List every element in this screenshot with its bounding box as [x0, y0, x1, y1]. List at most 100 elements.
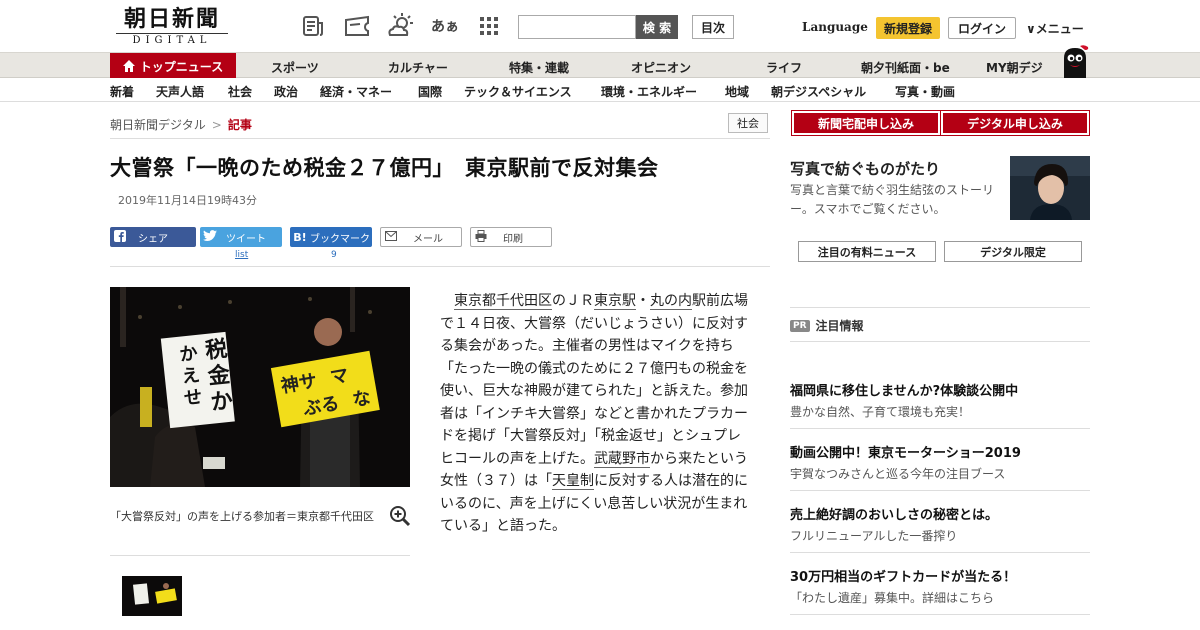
nav2-item-tech[interactable]: テック＆サイエンス: [464, 83, 572, 100]
logo-main-text: 朝日新聞: [123, 6, 220, 32]
menu-button[interactable]: ∨メニュー: [1026, 20, 1084, 37]
body-keyword-link[interactable]: 丸の内: [650, 293, 692, 310]
divider: [790, 341, 1090, 342]
mail-share-button[interactable]: メール: [380, 227, 462, 247]
pr-item-desc: 「わたし遺産」募集中。詳細はこちら: [790, 591, 995, 605]
secondary-nav: 新着 天声人語 社会 政治 経済・マネー 国際 テック＆サイエンス 環境・エネル…: [0, 78, 1200, 102]
grid-menu-icon[interactable]: [476, 13, 502, 39]
site-header: 朝日新聞 DIGITAL あぁ 検 索 目次 Language 新規登録 ログイ…: [0, 0, 1200, 52]
print-icon: [471, 229, 491, 245]
breadcrumb-separator: >: [211, 118, 222, 132]
pr-item-title[interactable]: 動画公開中！東京モーターショー2019: [790, 442, 1021, 461]
tab-paid-news[interactable]: 注目の有料ニュース: [798, 241, 936, 262]
nav2-item-special[interactable]: 朝デジスペシャル: [771, 83, 866, 100]
nav-item-culture[interactable]: カルチャー: [388, 59, 448, 76]
body-keyword-link[interactable]: 武蔵野市: [594, 450, 650, 468]
body-keyword-link[interactable]: 天皇制: [552, 473, 594, 490]
photo-thumbnail[interactable]: [122, 576, 182, 616]
divider: [110, 266, 770, 267]
genre-tag[interactable]: 社会: [728, 113, 768, 133]
nav2-item-photo-video[interactable]: 写真・動画: [895, 83, 955, 100]
nav2-item-tensei[interactable]: 天声人語: [156, 83, 204, 100]
breadcrumb: 朝日新聞デジタル > 記事: [110, 116, 252, 133]
logo-sub-text: DIGITAL: [116, 33, 228, 47]
print-label: 印刷: [503, 233, 523, 245]
register-button[interactable]: 新規登録: [876, 17, 940, 39]
divider: [790, 307, 1090, 308]
pr-item-desc: 宇賀なつみさんと巡る今年の注目ブース: [790, 467, 1006, 481]
language-link[interactable]: Language: [802, 20, 868, 34]
twitter-share-button[interactable]: ツイート: [200, 227, 282, 247]
weather-icon[interactable]: [386, 13, 416, 39]
pr-item-title[interactable]: 売上絶好調のおいしさの秘密とは。: [790, 504, 998, 523]
nav-item-opinion[interactable]: オピニオン: [631, 59, 691, 76]
twitter-share-label: ツイート: [226, 233, 266, 245]
body-text-segment: のＪＲ: [552, 293, 594, 309]
twitter-count-link[interactable]: list: [235, 250, 248, 260]
article-date: 2019年11月14日19時43分: [118, 194, 257, 207]
zoom-icon[interactable]: [389, 505, 411, 527]
nav-top-news-label: トップニュース: [139, 59, 224, 74]
pr-item-title[interactable]: 福岡県に移住しませんか?体験談公開中: [790, 380, 1018, 399]
nav2-item-economy[interactable]: 経済・マネー: [320, 83, 392, 100]
index-button[interactable]: 目次: [692, 15, 734, 39]
divider: [790, 552, 1090, 553]
subscribe-paper-button[interactable]: 新聞宅配申し込み: [791, 110, 941, 136]
search-button[interactable]: 検 索: [636, 15, 678, 39]
promo-description: 写真と言葉で紡ぐ羽生結弦のストーリー。スマホでご覧ください。: [790, 183, 995, 216]
subscribe-digital-button[interactable]: デジタル申し込み: [940, 110, 1090, 136]
body-text-segment: ・: [636, 293, 650, 309]
divider: [790, 428, 1090, 429]
mail-share-label: メール: [413, 233, 443, 245]
breadcrumb-current: 記事: [227, 118, 252, 132]
breadcrumb-home[interactable]: 朝日新聞デジタル: [110, 118, 206, 132]
pr-item-desc: 豊かな自然、子育て環境も充実！: [790, 405, 971, 419]
nav2-item-politics[interactable]: 政治: [274, 83, 298, 100]
font-size-icon[interactable]: あぁ: [430, 13, 460, 39]
twitter-icon: [200, 229, 220, 245]
body-keyword-link[interactable]: 東京駅: [594, 293, 636, 310]
nav2-item-environment[interactable]: 環境・エネルギー: [601, 83, 697, 100]
nav2-item-society[interactable]: 社会: [228, 83, 252, 100]
ticket-icon[interactable]: [342, 13, 372, 39]
nav2-item-latest[interactable]: 新着: [110, 83, 134, 100]
pr-heading: PR 注目情報: [790, 317, 864, 334]
hatena-icon: B!: [293, 230, 307, 244]
article-body: 東京都千代田区のＪＲ東京駅・丸の内駅前広場で１４日夜、大嘗祭（だいじょうさい）に…: [440, 290, 750, 538]
facebook-share-button[interactable]: シェア: [110, 227, 196, 247]
nav2-item-international[interactable]: 国際: [418, 83, 442, 100]
nav-item-features[interactable]: 特集・連載: [509, 59, 569, 76]
newspaper-icon[interactable]: [300, 13, 326, 39]
mascot-icon: [1058, 44, 1092, 78]
pr-item-title[interactable]: 30万円相当のギフトカードが当たる！: [790, 566, 1016, 585]
pr-heading-label: 注目情報: [815, 319, 864, 333]
divider: [110, 138, 770, 139]
hatena-count[interactable]: 9: [331, 250, 337, 260]
promo-title[interactable]: 写真で紡ぐものがたり: [790, 158, 940, 179]
nav-top-news[interactable]: トップニュース: [110, 53, 236, 79]
nav-item-paper[interactable]: 朝夕刊紙面・be: [861, 59, 950, 76]
print-button[interactable]: 印刷: [470, 227, 552, 247]
nav-item-sports[interactable]: スポーツ: [271, 59, 319, 76]
promo-image[interactable]: [1010, 156, 1090, 220]
login-button[interactable]: ログイン: [948, 17, 1016, 39]
divider: [110, 555, 410, 556]
divider: [790, 614, 1090, 615]
home-icon: [122, 60, 135, 72]
search-input[interactable]: [518, 15, 636, 39]
hatena-bookmark-button[interactable]: B! ブックマーク: [290, 227, 372, 247]
article-photo[interactable]: 税金か かえせ 神サ マぶるな: [110, 287, 410, 487]
pr-item-desc: フルリニューアルした一番搾り: [790, 529, 958, 543]
body-keyword-link[interactable]: 東京都千代田区: [454, 293, 552, 310]
hatena-bookmark-label: ブックマーク: [310, 233, 370, 245]
facebook-icon: [110, 229, 130, 245]
body-text-segment: 駅前広場で１４日夜、大嘗祭（だいじょうさい）に反対する集会があった。主催者の男性…: [440, 293, 748, 467]
tab-digital-only[interactable]: デジタル限定: [944, 241, 1082, 262]
nav-item-life[interactable]: ライフ: [766, 59, 802, 76]
nav2-item-region[interactable]: 地域: [725, 83, 749, 100]
nav-item-my-asahi[interactable]: MY朝デジ: [986, 59, 1043, 76]
mail-icon: [381, 230, 401, 244]
photo-caption: 「大嘗祭反対」の声を上げる参加者＝東京都千代田区: [110, 510, 374, 523]
primary-nav: トップニュース スポーツ カルチャー 特集・連載 オピニオン ライフ 朝夕刊紙面…: [0, 52, 1200, 79]
asahi-digital-logo[interactable]: 朝日新聞 DIGITAL: [116, 7, 228, 47]
